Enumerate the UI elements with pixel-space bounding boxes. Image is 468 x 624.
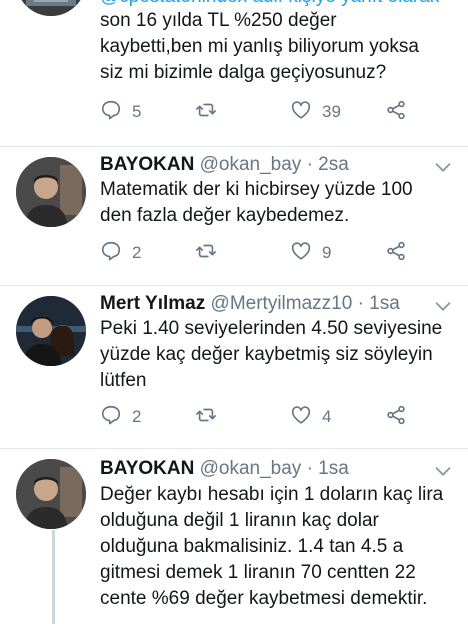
- tweet-text: Peki 1.40 seviyelerinden 4.50 seviyesine…: [100, 318, 443, 391]
- tweet-menu-button[interactable]: [432, 460, 454, 482]
- like-count: 39: [322, 102, 341, 121]
- reply-icon: [100, 99, 122, 126]
- retweet-button[interactable]: [195, 99, 217, 125]
- like-icon: [290, 404, 312, 431]
- tweet-text: Değer kaybı hesabı için 1 doların kaç li…: [100, 484, 444, 609]
- retweet-button[interactable]: [195, 404, 217, 430]
- share-icon: [385, 404, 407, 431]
- share-button[interactable]: [385, 404, 407, 430]
- tweet[interactable]: BAYOKAN @okan_bay · 1sa Değer kaybı hesa…: [0, 449, 468, 624]
- avatar[interactable]: [16, 296, 86, 366]
- tweet-actions: 5 39: [100, 99, 440, 125]
- reply-icon: [100, 404, 122, 431]
- reply-count: 2: [132, 243, 142, 262]
- tweet-actions: 2 9: [100, 240, 440, 266]
- like-button[interactable]: 39: [290, 99, 341, 125]
- like-button[interactable]: 4: [290, 404, 331, 430]
- tweet-text: Matematik der ki hicbirsey yüzde 100 den…: [100, 179, 413, 226]
- like-count: 4: [322, 407, 332, 426]
- reply-button[interactable]: 2: [100, 240, 141, 266]
- author-handle[interactable]: @okan_bay · 1sa: [200, 458, 349, 479]
- retweet-icon: [195, 404, 217, 431]
- retweet-icon: [195, 99, 217, 126]
- tweet-actions: 2 4: [100, 404, 440, 430]
- share-button[interactable]: [385, 240, 407, 266]
- tweet-menu-button[interactable]: [432, 295, 454, 317]
- author-name[interactable]: Mert Yılmaz: [100, 293, 205, 314]
- like-icon: [290, 99, 312, 126]
- tweet-top[interactable]: @cpostatonindex adlı kişiye yanıt olarak…: [0, 0, 468, 146]
- author-name[interactable]: BAYOKAN: [100, 154, 194, 175]
- tweet-menu-button[interactable]: [432, 156, 454, 178]
- like-count: 9: [322, 243, 332, 262]
- reply-icon: [100, 240, 122, 267]
- tweet[interactable]: BAYOKAN @okan_bay · 2sa Matematik der ki…: [0, 147, 468, 285]
- reply-count: 5: [132, 102, 142, 121]
- author-handle[interactable]: @Mertyilmazz10 · 1sa: [211, 293, 400, 314]
- tweet[interactable]: Mert Yılmaz @Mertyilmazz10 · 1sa Peki 1.…: [0, 286, 468, 448]
- retweet-button[interactable]: [195, 240, 217, 266]
- reply-button[interactable]: 5: [100, 99, 141, 125]
- share-button[interactable]: [385, 99, 407, 125]
- retweet-icon: [195, 240, 217, 267]
- like-icon: [290, 240, 312, 267]
- avatar[interactable]: [16, 157, 86, 227]
- tweet-text: son 16 yılda TL %250 değer kaybetti,ben …: [100, 10, 419, 83]
- author-name[interactable]: BAYOKAN: [100, 458, 194, 479]
- tweet-header: BAYOKAN @okan_bay · 1sa: [100, 458, 349, 482]
- reply-count: 2: [132, 407, 142, 426]
- share-icon: [385, 99, 407, 126]
- tweet-header: BAYOKAN @okan_bay · 2sa: [100, 154, 349, 178]
- share-icon: [385, 240, 407, 267]
- like-button[interactable]: 9: [290, 240, 331, 266]
- author-handle[interactable]: @okan_bay · 2sa: [200, 154, 349, 175]
- avatar[interactable]: [16, 0, 86, 16]
- tweet-header: Mert Yılmaz @Mertyilmazz10 · 1sa: [100, 293, 400, 317]
- avatar[interactable]: [16, 459, 86, 529]
- reply-button[interactable]: 2: [100, 404, 141, 430]
